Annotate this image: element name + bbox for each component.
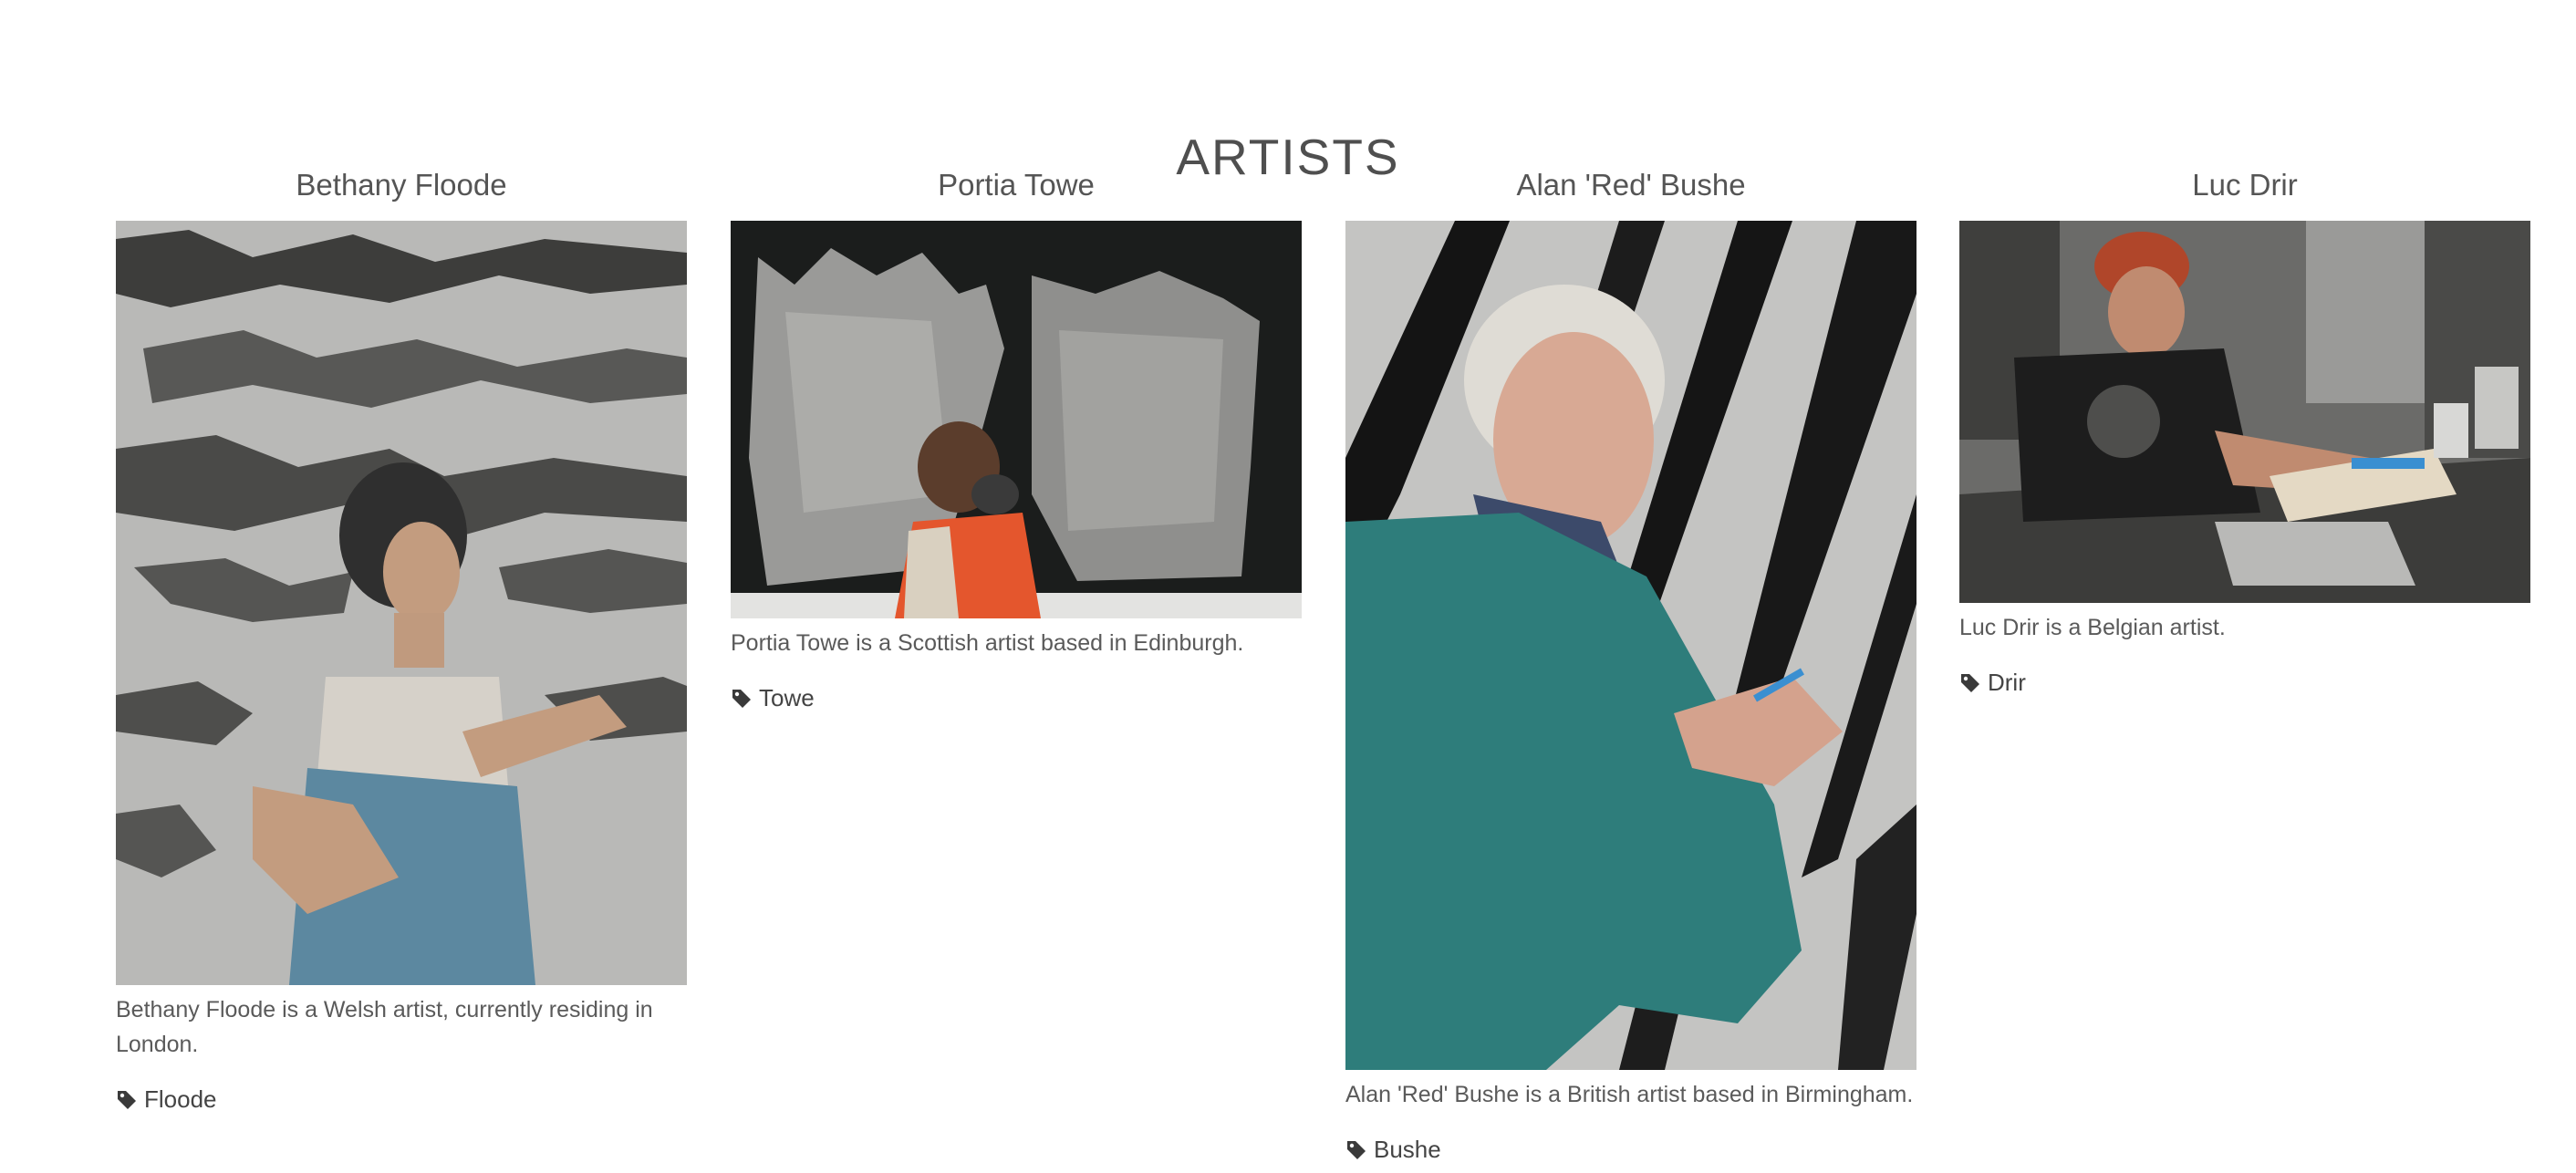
artist-photo-image xyxy=(116,221,687,985)
artist-tag-link[interactable]: Floode xyxy=(116,1085,687,1114)
tag-icon xyxy=(118,1090,136,1109)
artist-photo-image xyxy=(1959,221,2530,603)
artist-name[interactable]: Alan 'Red' Bushe xyxy=(1345,160,1916,211)
artist-tag-label: Drir xyxy=(1988,669,2026,696)
artist-photo[interactable] xyxy=(116,221,687,985)
artist-card-bethany-floode: Bethany Floode Bethany Floode is a Welsh… xyxy=(116,160,687,1114)
artist-tag-label: Floode xyxy=(144,1085,217,1113)
artist-photo-image xyxy=(731,221,1302,618)
artist-photo-image xyxy=(1345,221,1916,1070)
artist-photo[interactable] xyxy=(1345,221,1916,1070)
artist-name[interactable]: Portia Towe xyxy=(731,160,1302,211)
artist-card-luc-drir: Luc Drir Luc Drir is a Belgian artist. D… xyxy=(1959,160,2530,697)
artist-photo[interactable] xyxy=(731,221,1302,618)
artist-bio: Portia Towe is a Scottish artist based i… xyxy=(731,630,1244,656)
artist-bio: Alan 'Red' Bushe is a British artist bas… xyxy=(1345,1082,1914,1107)
artist-name[interactable]: Bethany Floode xyxy=(116,160,687,211)
artist-bio: Bethany Floode is a Welsh artist, curren… xyxy=(116,997,653,1057)
artist-card-portia-towe: Portia Towe Portia Towe is a Scottish ar… xyxy=(731,160,1302,712)
artist-bio: Luc Drir is a Belgian artist. xyxy=(1959,615,2226,640)
artist-tag-link[interactable]: Bushe xyxy=(1345,1136,1916,1164)
tag-icon xyxy=(1961,673,1979,692)
artist-card-alan-red-bushe: Alan 'Red' Bushe Alan 'Red' Bushe is a B… xyxy=(1345,160,1916,1164)
artist-tag-label: Towe xyxy=(759,684,815,711)
tag-icon xyxy=(1347,1140,1366,1159)
artist-name[interactable]: Luc Drir xyxy=(1959,160,2530,211)
artist-tag-link[interactable]: Towe xyxy=(731,684,1302,712)
artist-tag-label: Bushe xyxy=(1374,1136,1441,1163)
tag-icon xyxy=(732,689,751,708)
artist-tag-link[interactable]: Drir xyxy=(1959,669,2530,697)
artist-photo[interactable] xyxy=(1959,221,2530,603)
